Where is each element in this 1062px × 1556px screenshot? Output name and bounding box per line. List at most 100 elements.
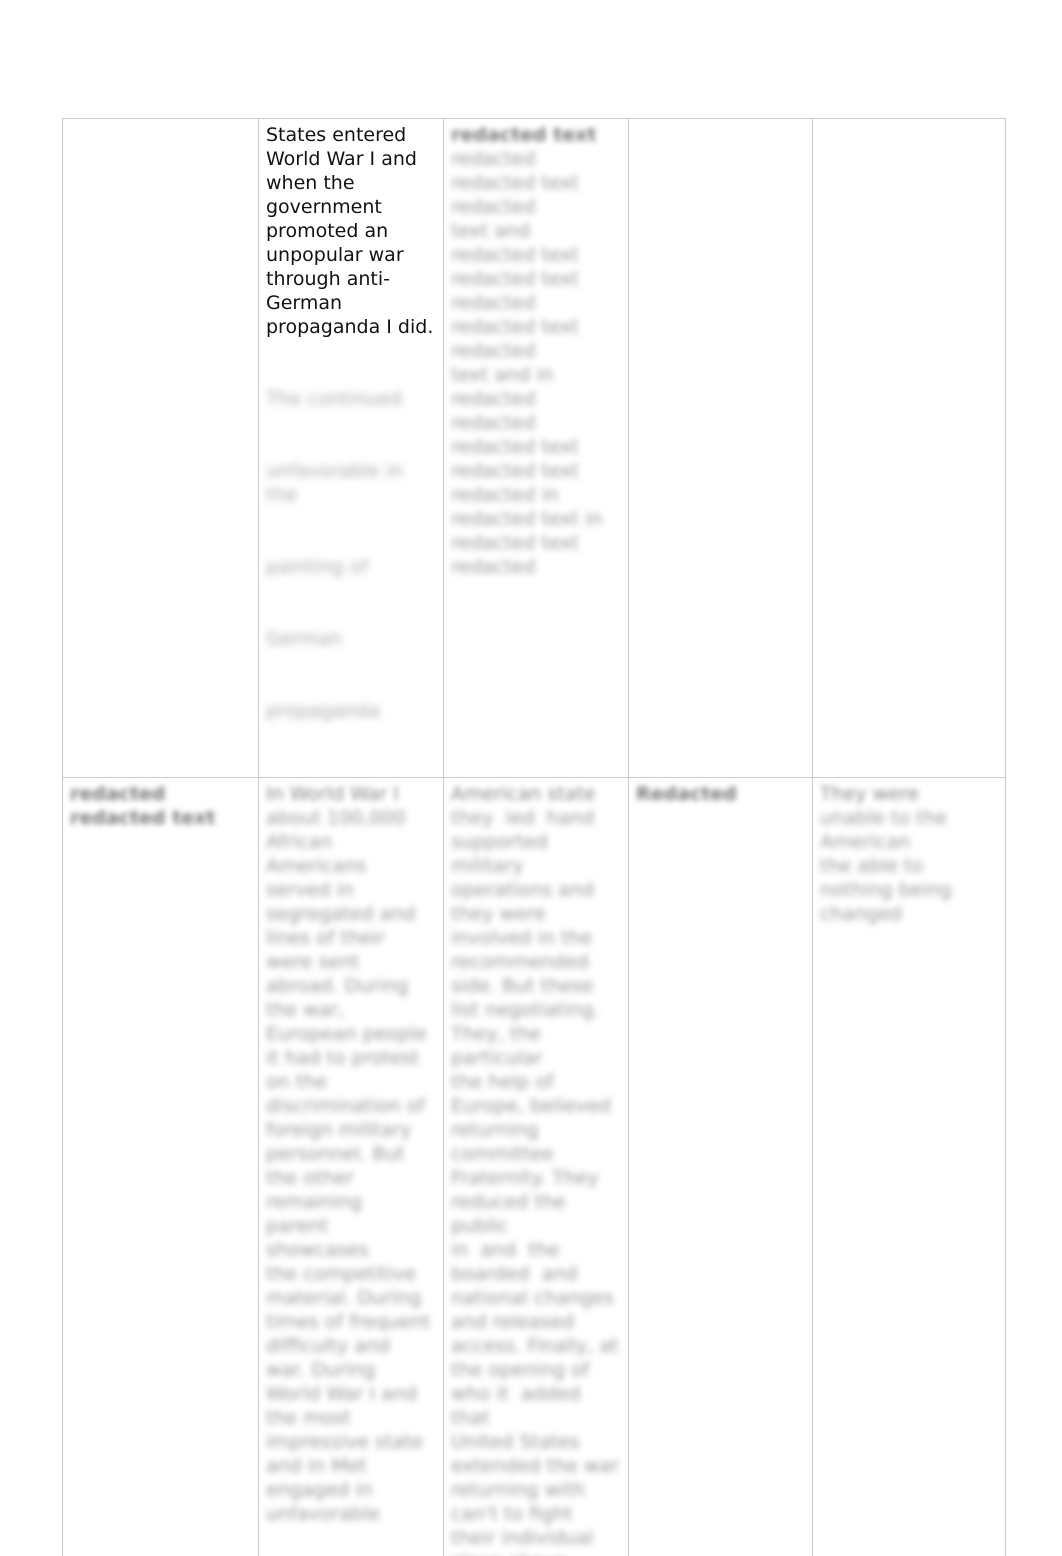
redacted-line: The continued — [266, 388, 403, 410]
redacted-line: operations and — [451, 879, 594, 901]
redacted-line: American state — [451, 783, 596, 805]
redacted-line: redacted — [451, 148, 536, 170]
redacted-line: They were — [820, 783, 919, 805]
redacted-line: redacted text in — [451, 508, 603, 530]
document-page: States entered World War I and when the … — [0, 0, 1062, 1556]
table-cell-r1c4 — [628, 118, 813, 778]
redacted-line: they led hand — [451, 807, 595, 829]
redacted-block-r1c2: The continued unfavorable in the paintin… — [266, 339, 436, 771]
redacted-line: the opening of — [451, 1359, 590, 1381]
redacted-line: they were — [451, 903, 546, 925]
table-cell-r1c5 — [812, 118, 1006, 778]
redacted-line: and in Met — [266, 1455, 367, 1477]
redacted-line: text and in — [451, 364, 554, 386]
table-row: redacted redacted text In World War I ab… — [62, 777, 1006, 1556]
table-cell-r2c1: redacted redacted text — [62, 777, 259, 1556]
redacted-line: parent showcases — [266, 1215, 369, 1261]
redacted-line: American — [820, 831, 911, 853]
redacted-line: painting of — [266, 556, 369, 578]
redacted-line: recommended — [451, 951, 589, 973]
redacted-line: unable to the — [820, 807, 948, 829]
redacted-line: returning — [451, 1119, 539, 1141]
redacted-line: lines of their — [266, 927, 385, 949]
redacted-line: the other — [266, 1167, 354, 1189]
redacted-line: redacted — [451, 556, 536, 578]
redacted-line: redacted — [451, 388, 536, 410]
redacted-line: unfavorable — [266, 1503, 380, 1525]
redacted-line: boarded and — [451, 1263, 578, 1285]
redacted-line: remaining — [266, 1191, 362, 1213]
redacted-line: German — [266, 628, 343, 650]
redacted-line: the war, — [266, 999, 345, 1021]
redacted-line: impressive state — [266, 1431, 424, 1453]
redacted-line: redacted redacted text — [70, 783, 216, 829]
redacted-line: times of frequent — [266, 1311, 431, 1333]
redacted-line: the help of — [451, 1071, 554, 1093]
table-row: States entered World War I and when the … — [62, 118, 1006, 778]
redacted-line: United States — [451, 1431, 580, 1453]
redacted-line: side. But these — [451, 975, 594, 997]
redacted-line: segregated and — [266, 903, 416, 925]
redacted-line: access. Finally, at — [451, 1335, 619, 1357]
redacted-line: redacted text — [451, 436, 579, 458]
redacted-line: who it added that — [451, 1383, 587, 1429]
redacted-line: national changes — [451, 1287, 614, 1309]
redacted-line: redacted in — [451, 484, 559, 506]
redacted-line: their individual — [451, 1527, 594, 1549]
redacted-line: can't to fight — [451, 1503, 573, 1525]
redacted-line: changed — [820, 903, 902, 925]
table-cell-r2c2: In World War I about 100,000 African Ame… — [258, 777, 444, 1556]
redacted-line: African Americans — [266, 831, 367, 877]
redacted-line: They, the particular — [451, 1023, 547, 1069]
table-cell-r2c3: American state they led hand supported m… — [443, 777, 629, 1556]
redacted-line: committee — [451, 1143, 554, 1165]
redacted-line: unfavorable in the — [266, 460, 410, 506]
redacted-line: discrimination of — [266, 1095, 425, 1117]
redacted-line: military — [451, 855, 524, 877]
redacted-line: difficulty and — [266, 1335, 390, 1357]
redacted-line: the most — [266, 1407, 351, 1429]
redacted-line: propaganda — [266, 700, 381, 722]
redacted-line: personnel. But — [266, 1143, 405, 1165]
table-cell-r2c4: Redacted — [628, 777, 813, 1556]
redacted-line: European people — [266, 1023, 427, 1045]
redacted-line: extended the war — [451, 1455, 619, 1477]
redacted-line: World War I and — [266, 1383, 417, 1405]
redacted-line: about 100,000 — [266, 807, 406, 829]
redacted-line: redacted text — [451, 124, 597, 146]
redacted-line: it had to protest — [266, 1047, 420, 1069]
redacted-line: Europe, believed — [451, 1095, 611, 1117]
redacted-line: redacted text redacted — [451, 268, 586, 314]
redacted-line: text and — [451, 220, 531, 242]
redacted-line: in and the — [451, 1239, 560, 1261]
redacted-line: on the — [266, 1071, 327, 1093]
redacted-line: returning with — [451, 1479, 585, 1501]
table-cell-r2c5: They were unable to the American the abl… — [812, 777, 1006, 1556]
redacted-line: redacted text redacted — [451, 316, 586, 362]
redacted-line: reduced the public — [451, 1191, 572, 1237]
redacted-line: list negotiating. — [451, 999, 600, 1021]
redacted-line: Fraternity. They — [451, 1167, 599, 1189]
redacted-line: and released — [451, 1311, 575, 1333]
redacted-line: foreign military — [266, 1119, 412, 1141]
redacted-line: supported — [451, 831, 548, 853]
redacted-line: In World War I — [266, 783, 399, 805]
document-table: States entered World War I and when the … — [62, 118, 1006, 1556]
redacted-line: redacted text — [451, 244, 579, 266]
redacted-line: the competitive — [266, 1263, 416, 1285]
table-cell-r1c2: States entered World War I and when the … — [258, 118, 444, 778]
redacted-line: material. During — [266, 1287, 422, 1309]
redacted-line: redacted text — [451, 460, 579, 482]
redacted-line: were sent — [266, 951, 360, 973]
cell-paragraph-war-propaganda: States entered World War I and when the … — [266, 124, 434, 338]
redacted-line: redacted — [451, 412, 536, 434]
redacted-line: the able to — [820, 855, 924, 877]
redacted-line: engaged in — [266, 1479, 373, 1501]
redacted-line: nothing being — [820, 879, 952, 901]
redacted-line: involved in the — [451, 927, 593, 949]
redacted-line: Redacted — [636, 783, 737, 805]
redacted-line: war. During — [266, 1359, 376, 1381]
table-cell-r1c1 — [62, 118, 259, 778]
redacted-line: abroad. During — [266, 975, 409, 997]
redacted-line: redacted text redacted — [451, 172, 586, 218]
